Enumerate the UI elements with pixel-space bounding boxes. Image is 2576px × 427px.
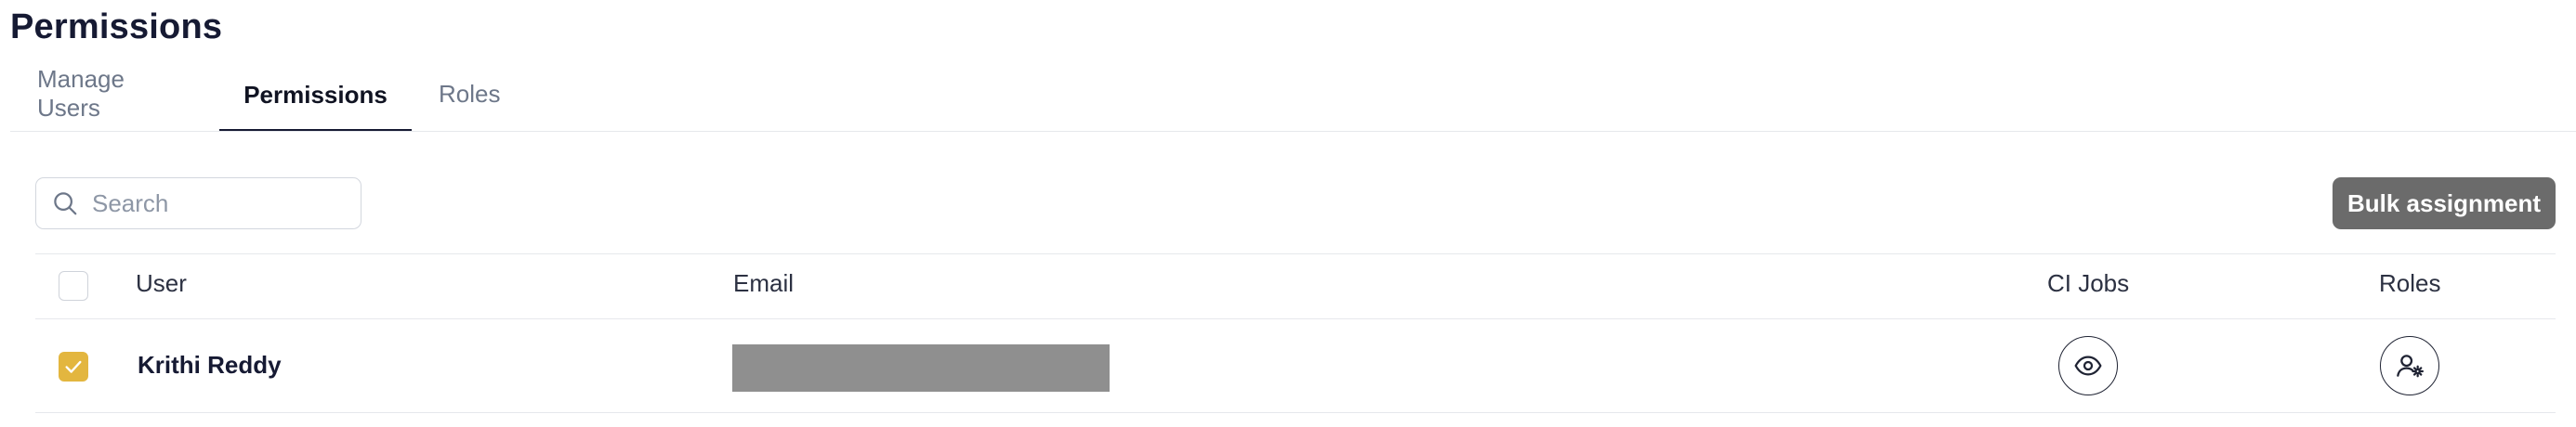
search-box[interactable]: [35, 177, 361, 229]
search-icon: [54, 192, 77, 215]
search-input[interactable]: [90, 188, 345, 219]
select-all-checkbox[interactable]: [59, 271, 88, 301]
tab-divider: [10, 131, 2576, 132]
user-name: Krithi Reddy: [138, 351, 282, 379]
ci-jobs-view-button[interactable]: [2058, 336, 2118, 395]
row-checkbox[interactable]: [59, 352, 88, 382]
page-title: Permissions: [10, 7, 223, 46]
tab-roles[interactable]: Roles: [412, 63, 526, 132]
user-gear-icon: [2397, 355, 2424, 378]
row-divider: [35, 412, 2556, 413]
column-header-ci-jobs: CI Jobs: [2047, 269, 2130, 297]
column-header-email[interactable]: Email: [733, 269, 794, 298]
eye-icon: [2074, 356, 2102, 376]
bulk-assignment-button[interactable]: Bulk assignment: [2333, 177, 2556, 229]
column-header-roles: Roles: [2379, 269, 2441, 297]
tab-manage-users[interactable]: Manage Users: [10, 63, 219, 132]
tab-permissions[interactable]: Permissions: [219, 63, 412, 132]
roles-assign-button[interactable]: [2380, 336, 2439, 395]
email-redacted: [732, 344, 1110, 392]
tab-bar: Manage Users Permissions Roles: [10, 63, 526, 132]
table-top-divider: [35, 253, 2556, 254]
header-divider: [35, 318, 2556, 319]
checkmark-icon: [65, 360, 82, 373]
column-header-user[interactable]: User: [136, 269, 187, 298]
